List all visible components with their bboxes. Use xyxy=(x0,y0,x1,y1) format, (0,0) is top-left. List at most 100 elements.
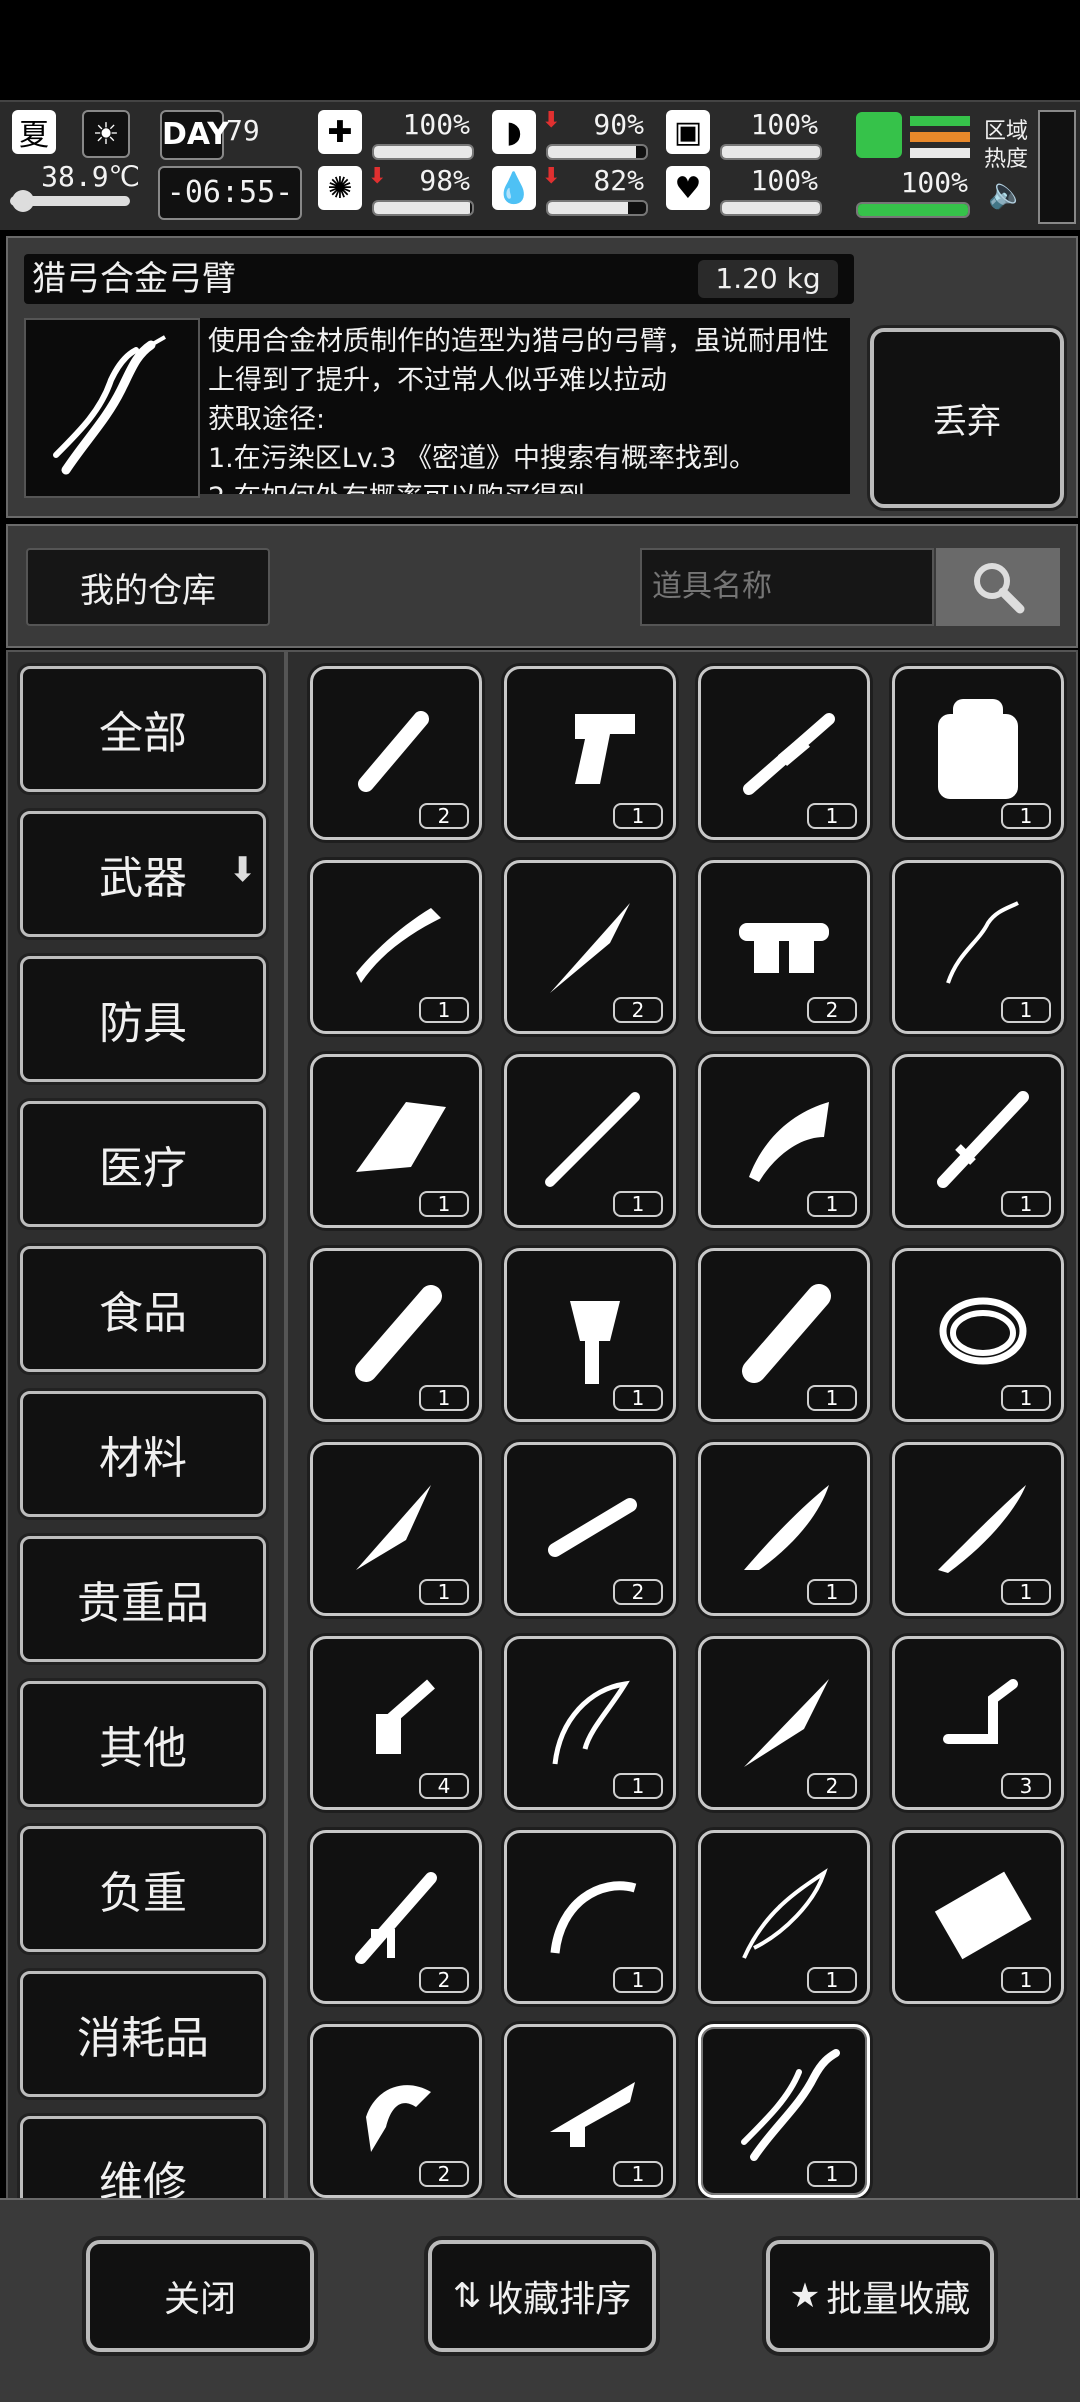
zone-heat-meter xyxy=(1038,110,1076,224)
stat-bar-fill xyxy=(548,146,637,158)
item-quantity: 3 xyxy=(1001,1773,1051,1799)
season-icon: 夏 xyxy=(12,110,56,154)
wooden-handle-icon xyxy=(355,1285,442,1382)
inventory-slot[interactable]: 1 xyxy=(698,666,870,840)
inventory-slot[interactable]: 1 xyxy=(698,1054,870,1228)
inventory-slot[interactable]: 1 xyxy=(892,1442,1064,1616)
category-button[interactable]: 其他 xyxy=(20,1681,266,1807)
close-button[interactable]: 关闭 xyxy=(86,2240,314,2352)
search-icon xyxy=(974,563,1025,614)
curved-sword-icon xyxy=(938,1485,1026,1573)
water-drop-icon: 💧 xyxy=(492,166,536,210)
sort-favorites-button[interactable]: ⇅ 收藏排序 xyxy=(428,2240,656,2352)
stat-bar xyxy=(372,200,474,216)
pipe-icon xyxy=(548,1498,637,1557)
inventory-slot[interactable]: 1 xyxy=(504,666,676,840)
bow-limb-icon xyxy=(550,1881,637,1954)
category-label: 负重 xyxy=(99,1868,187,1919)
category-button[interactable]: 防具 xyxy=(20,956,266,1082)
inventory-slot[interactable]: 1 xyxy=(310,860,482,1034)
inventory-slot[interactable]: 1 xyxy=(504,1636,676,1810)
inventory-slot[interactable]: 1 xyxy=(698,1248,870,1422)
inventory-slot[interactable]: 2 xyxy=(504,1442,676,1616)
inventory-slot[interactable]: 1 xyxy=(310,1442,482,1616)
inventory-slot[interactable]: 1 xyxy=(892,666,1064,840)
alloy-bow-arms-icon xyxy=(741,2049,840,2161)
category-label: 材料 xyxy=(99,1433,187,1484)
bow-string-icon xyxy=(552,1680,630,1765)
inventory-slot[interactable]: 1 xyxy=(504,1248,676,1422)
stat-bar-fill xyxy=(548,202,629,214)
pistol-grip-icon xyxy=(575,714,635,784)
category-button[interactable]: 消耗品 xyxy=(20,1971,266,2097)
inventory-slot[interactable]: 2 xyxy=(310,1830,482,2004)
item-quantity: 1 xyxy=(419,997,469,1023)
inventory-slot[interactable]: 1 xyxy=(698,2024,870,2198)
stat-bar xyxy=(720,200,822,216)
category-button[interactable]: 维修 xyxy=(20,2116,266,2200)
batch-favorite-button[interactable]: ★ 批量收藏 xyxy=(766,2240,994,2352)
item-quantity: 1 xyxy=(1001,1191,1051,1217)
backpack-icon xyxy=(938,699,1018,799)
category-button[interactable]: 负重 xyxy=(20,1826,266,1952)
inventory-slot[interactable]: 2 xyxy=(698,1636,870,1810)
inventory-slot[interactable]: 1 xyxy=(504,1830,676,2004)
inventory-slot[interactable]: 1 xyxy=(504,1054,676,1228)
item-quantity: 1 xyxy=(613,2161,663,2187)
day-label: DAY xyxy=(160,110,229,160)
item-quantity: 1 xyxy=(419,1385,469,1411)
batch-label: 批量收藏 xyxy=(826,2279,971,2320)
speaker-icon[interactable]: 🔈 xyxy=(988,176,1025,211)
item-weight: 1.20 kg xyxy=(698,260,838,298)
category-button[interactable]: 材料 xyxy=(20,1391,266,1517)
knife-handle-icon xyxy=(358,711,429,792)
inventory-slot[interactable]: 2 xyxy=(310,2024,482,2198)
inventory-slot[interactable]: 1 xyxy=(698,1442,870,1616)
item-quantity: 2 xyxy=(613,1579,663,1605)
stat-bar-fill xyxy=(374,202,471,214)
stat-value: 100% xyxy=(402,108,470,141)
warehouse-header: 我的仓库 xyxy=(6,524,1078,648)
my-warehouse-button[interactable]: 我的仓库 xyxy=(26,548,270,626)
discard-button[interactable]: 丢弃 xyxy=(870,328,1064,508)
inventory-slot[interactable]: 3 xyxy=(892,1636,1064,1810)
day-number: 79 xyxy=(226,114,260,147)
category-label: 消耗品 xyxy=(77,2013,209,2064)
item-quantity: 1 xyxy=(807,1967,857,1993)
brain-icon: ✺ xyxy=(318,166,362,210)
inventory-slot[interactable]: 1 xyxy=(892,1054,1064,1228)
item-quantity: 4 xyxy=(419,1773,469,1799)
item-quantity: 1 xyxy=(807,1191,857,1217)
stat-value: 98% xyxy=(419,164,470,197)
inventory-slot[interactable]: 1 xyxy=(698,1830,870,2004)
inventory-slot[interactable]: 2 xyxy=(504,860,676,1034)
item-quantity: 1 xyxy=(1001,1579,1051,1605)
item-quantity: 1 xyxy=(1001,1967,1051,1993)
temperature-value: 38.9℃ xyxy=(41,160,140,193)
inventory-slot[interactable]: 1 xyxy=(892,1830,1064,2004)
category-button[interactable]: 全部 xyxy=(20,666,266,792)
armor-plate-icon xyxy=(934,1871,1032,1960)
inventory-slot[interactable]: 2 xyxy=(698,860,870,1034)
heart-icon: ♥ xyxy=(666,166,710,210)
search-button[interactable] xyxy=(936,548,1060,626)
inventory-slot[interactable]: 2 xyxy=(310,666,482,840)
stat-value: 82% xyxy=(593,164,644,197)
inventory-slot[interactable]: 1 xyxy=(504,2024,676,2198)
jagged-blade-icon xyxy=(356,1485,431,1570)
spear-head-icon xyxy=(550,903,630,993)
wrapped-handle-icon xyxy=(742,1284,831,1383)
baseball-bat-icon xyxy=(545,1092,640,1187)
category-button[interactable]: 医疗 xyxy=(20,1101,266,1227)
inventory-slot[interactable]: 1 xyxy=(892,1248,1064,1422)
inventory-slot[interactable]: 1 xyxy=(892,860,1064,1034)
category-button[interactable]: 食品 xyxy=(20,1246,266,1372)
inventory-slot[interactable]: 1 xyxy=(310,1248,482,1422)
sun-icon: ☀ xyxy=(82,110,130,158)
inventory-slot[interactable]: 4 xyxy=(310,1636,482,1810)
item-quantity: 1 xyxy=(419,1579,469,1605)
category-button[interactable]: 武器 ⬇ xyxy=(20,811,266,937)
inventory-slot[interactable]: 1 xyxy=(310,1054,482,1228)
search-input[interactable] xyxy=(640,548,934,626)
category-button[interactable]: 贵重品 xyxy=(20,1536,266,1662)
